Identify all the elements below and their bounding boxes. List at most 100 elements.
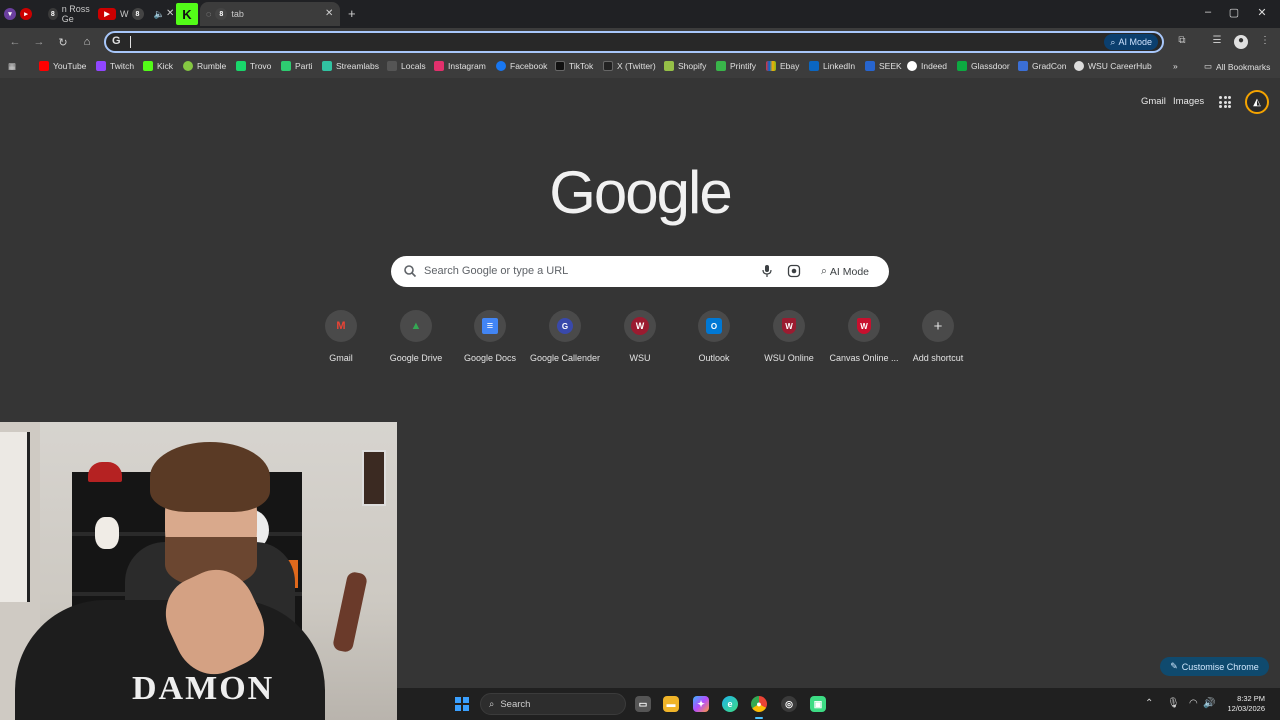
- bookmark-trovo[interactable]: Trovo: [236, 61, 271, 71]
- copilot-icon[interactable]: ✦: [693, 696, 709, 712]
- ai-mode-label: AI Mode: [1118, 37, 1152, 47]
- search-icon: ⌕: [489, 698, 495, 710]
- bookmark-streamlabs[interactable]: Streamlabs: [322, 61, 379, 71]
- media-controls-icon[interactable]: ☰: [1210, 35, 1224, 49]
- search-placeholder: Search Google or type a URL: [424, 265, 569, 277]
- bookmark-shopify[interactable]: Shopify: [664, 61, 706, 71]
- outlook-icon: O: [706, 318, 722, 334]
- webcam-overlay: DAMON: [0, 422, 397, 720]
- bookmark-instagram[interactable]: Instagram: [434, 61, 486, 71]
- figurine: [95, 517, 119, 549]
- tab-close-icon[interactable]: ✕: [325, 8, 333, 19]
- close-window-button[interactable]: ✕: [1252, 6, 1272, 19]
- taskbar-search[interactable]: ⌕ Search: [480, 693, 626, 715]
- bookmark-kick[interactable]: Kick: [143, 61, 173, 71]
- volume-icon[interactable]: 🔊: [1203, 698, 1215, 709]
- bookmark-wsu-careerhub[interactable]: WSU CareerHub: [1074, 61, 1152, 71]
- bookmark-rumble[interactable]: Rumble: [183, 61, 226, 71]
- glassdoor-icon: [957, 61, 967, 71]
- back-button[interactable]: ←: [8, 35, 22, 49]
- x-icon: [603, 61, 613, 71]
- shortcut-google-drive[interactable]: ▲ Google Drive: [379, 310, 453, 363]
- maximize-button[interactable]: ▢: [1224, 6, 1244, 19]
- wifi-icon[interactable]: ◠: [1189, 698, 1198, 709]
- shortcut-add[interactable]: + Add shortcut: [901, 310, 975, 363]
- home-button[interactable]: ⌂: [80, 35, 94, 49]
- customise-chrome-button[interactable]: ✎ Customise Chrome: [1160, 657, 1269, 676]
- youtube-icon: [39, 61, 49, 71]
- tab-close-icon[interactable]: ✕: [166, 8, 174, 19]
- bookmark-facebook[interactable]: Facebook: [496, 61, 547, 71]
- menu-icon[interactable]: ⋮: [1258, 35, 1272, 49]
- gmail-icon: M: [325, 310, 357, 342]
- taskbar-clock[interactable]: 8:32 PM 12/03/2026: [1221, 694, 1265, 714]
- app-icon[interactable]: ▣: [810, 696, 826, 712]
- bookmark-linkedin[interactable]: LinkedIn: [809, 61, 855, 71]
- bookmark-twitch[interactable]: Twitch: [96, 61, 134, 71]
- browser-toolbar: ← → ↻ ⌂ G ⌕ AI Mode ⧉ ☰ ● ⋮: [0, 28, 1280, 56]
- shortcut-canvas-online[interactable]: W Canvas Online ...: [827, 310, 901, 363]
- tab-1[interactable]: ▾ ▸: [4, 2, 52, 26]
- ai-mode-button[interactable]: ⌕ AI Mode: [1104, 34, 1158, 50]
- reload-button[interactable]: ↻: [56, 35, 70, 49]
- speaker-icon: 🔈: [153, 8, 165, 19]
- extensions-icon[interactable]: ⧉: [1175, 35, 1189, 49]
- obs-icon[interactable]: ◎: [781, 696, 797, 712]
- apps-grid-icon[interactable]: ▦: [8, 61, 16, 72]
- tab-kick[interactable]: K: [176, 2, 202, 26]
- microphone-icon[interactable]: 🎙: [1167, 698, 1180, 709]
- task-view-icon[interactable]: ▭: [635, 696, 651, 712]
- wsu-icon: W: [631, 317, 649, 335]
- audio-icon: ◌: [206, 9, 212, 19]
- window: [0, 432, 30, 602]
- tab-active[interactable]: ◌ 8 tab: [200, 2, 340, 26]
- bookmark-x-twitter[interactable]: X (Twitter): [603, 61, 656, 71]
- google-search-box[interactable]: Search Google or type a URL ⌕ AI Mode: [391, 256, 889, 287]
- bookmark-glassdoor[interactable]: Glassdoor: [957, 61, 1010, 71]
- bookmark-ebay[interactable]: Ebay: [766, 61, 799, 71]
- bookmark-tiktok[interactable]: TikTok: [555, 61, 593, 71]
- search-icon: [404, 265, 417, 278]
- skateboard: [331, 570, 369, 654]
- tab-w[interactable]: ▶ W 8 🔈: [98, 2, 168, 26]
- bookmark-gradcon[interactable]: GradCon: [1018, 61, 1067, 71]
- ai-mode-label: AI Mode: [829, 265, 869, 278]
- bookmarks-overflow-button[interactable]: »: [1173, 61, 1178, 71]
- new-tab-button[interactable]: +: [348, 6, 356, 21]
- google-lens-icon[interactable]: [787, 264, 801, 278]
- forward-button[interactable]: →: [32, 35, 46, 49]
- google-apps-icon[interactable]: [1219, 96, 1231, 108]
- bookmark-locals[interactable]: Locals: [387, 61, 426, 71]
- chrome-icon[interactable]: ●: [751, 696, 767, 712]
- all-bookmarks-button[interactable]: ▭ All Bookmarks: [1204, 61, 1270, 72]
- shirt-print: DAMON: [132, 670, 275, 707]
- bookmark-parti[interactable]: Parti: [281, 61, 312, 71]
- address-bar[interactable]: G ⌕ AI Mode: [104, 31, 1164, 53]
- shortcut-wsu-online[interactable]: W WSU Online: [752, 310, 826, 363]
- shortcut-outlook[interactable]: O Outlook: [677, 310, 751, 363]
- locals-icon: [387, 61, 397, 71]
- pencil-icon: ✎: [1170, 661, 1178, 671]
- voice-search-icon[interactable]: [761, 264, 773, 278]
- ai-mode-search-button[interactable]: ⌕ AI Mode: [815, 261, 875, 282]
- bookmark-indeed[interactable]: Indeed: [907, 61, 947, 71]
- minimize-button[interactable]: –: [1198, 6, 1218, 18]
- profile-icon[interactable]: ●: [1234, 35, 1248, 49]
- shortcut-google-callender[interactable]: G Google Callender: [528, 310, 602, 363]
- file-explorer-icon[interactable]: ▬: [663, 696, 679, 712]
- account-avatar[interactable]: ◭: [1245, 90, 1269, 114]
- shortcut-google-docs[interactable]: ≡ Google Docs: [453, 310, 527, 363]
- tray-overflow-icon[interactable]: ⌃: [1145, 698, 1153, 709]
- gmail-link[interactable]: Gmail: [1141, 96, 1166, 107]
- bookmark-youtube[interactable]: YouTube: [39, 61, 86, 71]
- kick-icon: [143, 61, 153, 71]
- windows-start-icon[interactable]: [455, 697, 469, 711]
- bookmark-seek[interactable]: SEEK: [865, 61, 902, 71]
- bookmark-printify[interactable]: Printify: [716, 61, 756, 71]
- edge-icon[interactable]: e: [722, 696, 738, 712]
- shortcut-gmail[interactable]: M Gmail: [304, 310, 378, 363]
- screen: ▾ ▸ 8 n Ross Ge ▶ W 8 🔈 ✕ K ◌ 8 tab ✕ + …: [0, 0, 1280, 720]
- tab-ross[interactable]: 8 n Ross Ge: [48, 2, 96, 26]
- images-link[interactable]: Images: [1173, 96, 1204, 107]
- shortcut-wsu[interactable]: W WSU: [603, 310, 677, 363]
